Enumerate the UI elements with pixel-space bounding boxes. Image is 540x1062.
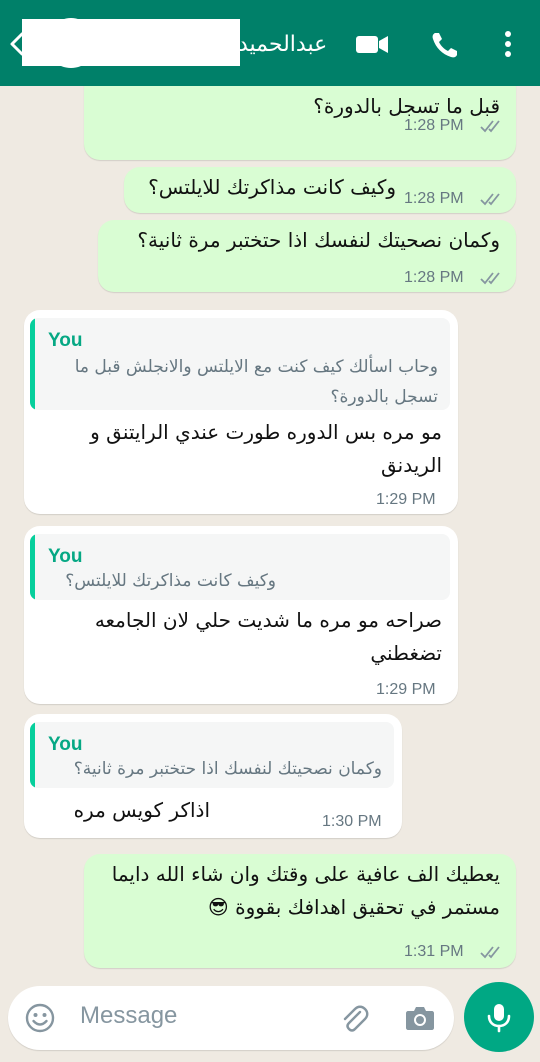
quote-text: وحاب اسألك كيف كنت مع الايلتس والانجلش ق… bbox=[74, 357, 438, 407]
message-text: وكمان نصحيتك لنفسك اذا حتختبر مرة ثانية؟ bbox=[137, 228, 500, 252]
quote-author: You bbox=[48, 546, 83, 567]
video-call-icon[interactable] bbox=[354, 24, 390, 64]
mic-icon bbox=[487, 1004, 511, 1033]
message-text: يعطيك الف عافية على وقتك وان شاء الله دا… bbox=[111, 862, 500, 919]
quote-accent-bar bbox=[30, 318, 35, 410]
message-text: اذاكر كويس مره bbox=[73, 798, 210, 822]
read-receipt-icon bbox=[480, 946, 500, 959]
read-receipt-icon bbox=[480, 272, 500, 285]
incoming-message[interactable]: You وكمان نصحيتك لنفسك اذا حتختبر مرة ثا… bbox=[24, 714, 402, 838]
outgoing-message[interactable]: وكيف كانت مذاكرتك للايلتس؟ 1:28 PM bbox=[124, 167, 516, 213]
message-list[interactable]: قبل ما تسجل بالدورة؟ 1:28 PM وكيف كانت م… bbox=[0, 86, 540, 976]
message-time: 1:28 PM bbox=[404, 190, 464, 207]
voice-call-icon[interactable] bbox=[428, 24, 460, 64]
message-time: 1:31 PM bbox=[404, 943, 464, 960]
message-time: 1:29 PM bbox=[376, 681, 436, 698]
contact-name[interactable]: عبدالحميد bbox=[238, 28, 340, 62]
message-text: وكيف كانت مذاكرتك للايلتس؟ bbox=[148, 175, 396, 199]
message-input[interactable]: Message bbox=[80, 1002, 177, 1030]
emoji-icon[interactable] bbox=[24, 1002, 56, 1034]
quote-accent-bar bbox=[30, 722, 35, 788]
read-receipt-icon bbox=[480, 120, 500, 133]
message-time: 1:28 PM bbox=[404, 269, 464, 286]
message-time: 1:28 PM bbox=[404, 117, 464, 134]
voice-record-button[interactable] bbox=[464, 982, 534, 1052]
message-composer[interactable]: Message bbox=[8, 986, 454, 1050]
redacted-name-block bbox=[22, 19, 240, 66]
outgoing-message[interactable]: وكمان نصحيتك لنفسك اذا حتختبر مرة ثانية؟… bbox=[98, 220, 516, 292]
read-receipt-icon bbox=[480, 193, 500, 206]
message-text: صراحه مو مره ما شديت حلي لان الجامعه تضغ… bbox=[94, 608, 442, 665]
outgoing-message[interactable]: يعطيك الف عافية على وقتك وان شاء الله دا… bbox=[84, 854, 516, 968]
quote-text: وكمان نصحيتك لنفسك اذا حتختبر مرة ثانية؟ bbox=[73, 759, 382, 779]
quote-text: وكيف كانت مذاكرتك للايلتس؟ bbox=[65, 571, 276, 591]
message-time: 1:30 PM bbox=[322, 813, 382, 830]
quote-author: You bbox=[48, 330, 83, 351]
message-time: 1:29 PM bbox=[376, 491, 436, 508]
outgoing-message[interactable]: قبل ما تسجل بالدورة؟ 1:28 PM bbox=[84, 86, 516, 160]
quoted-message[interactable]: You وكمان نصحيتك لنفسك اذا حتختبر مرة ثا… bbox=[30, 722, 394, 788]
attach-icon[interactable] bbox=[338, 1002, 370, 1034]
quote-accent-bar bbox=[30, 534, 35, 600]
incoming-message[interactable]: You وكيف كانت مذاكرتك للايلتس؟ صراحه مو … bbox=[24, 526, 458, 704]
incoming-message[interactable]: You وحاب اسألك كيف كنت مع الايلتس والانج… bbox=[24, 310, 458, 514]
quoted-message[interactable]: You وكيف كانت مذاكرتك للايلتس؟ bbox=[30, 534, 450, 600]
quoted-message[interactable]: You وحاب اسألك كيف كنت مع الايلتس والانج… bbox=[30, 318, 450, 410]
more-options-icon[interactable] bbox=[498, 24, 518, 64]
quote-author: You bbox=[48, 734, 83, 755]
chat-header: عبدالحميد bbox=[0, 0, 540, 86]
message-text: مو مره بس الدوره طورت عندي الرايتنق و ال… bbox=[90, 420, 442, 477]
camera-icon[interactable] bbox=[404, 1002, 436, 1034]
